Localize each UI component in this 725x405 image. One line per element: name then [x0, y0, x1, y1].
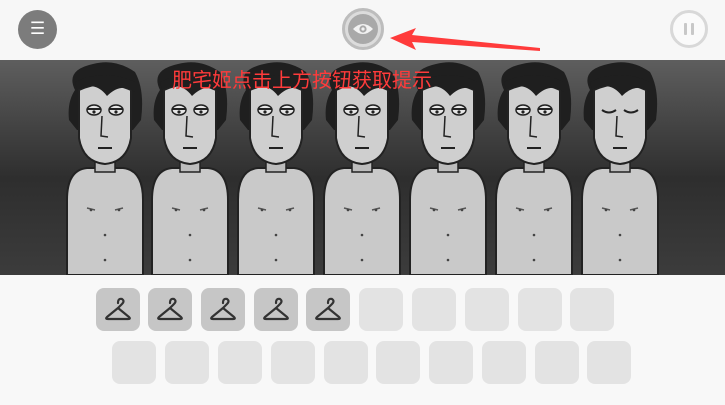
slot-empty[interactable]	[359, 288, 403, 331]
character[interactable]	[323, 62, 401, 275]
hint-caption: 肥宅姬点击上方按钮获取提示	[172, 68, 432, 92]
slot-filled[interactable]	[254, 288, 298, 331]
hanger-icon	[315, 297, 341, 320]
hint-button[interactable]	[342, 8, 384, 50]
slot-empty[interactable]	[518, 288, 562, 331]
red-arrow-annotation	[390, 28, 540, 51]
slot-empty[interactable]	[271, 341, 315, 384]
menu-button[interactable]: ☰	[18, 10, 57, 49]
character[interactable]	[237, 62, 315, 275]
hanger-icon	[263, 297, 289, 320]
menu-icon: ☰	[29, 19, 46, 39]
slot-empty[interactable]	[465, 288, 509, 331]
slot-empty[interactable]	[112, 341, 156, 384]
character[interactable]	[495, 62, 573, 275]
slot-empty[interactable]	[324, 341, 368, 384]
slot-empty[interactable]	[218, 341, 262, 384]
slot-empty[interactable]	[570, 288, 614, 331]
sound-slot-tray	[0, 275, 725, 405]
game-screen: ☰ 肥宅姬点击上方按钮获取提示	[0, 0, 725, 405]
character[interactable]	[151, 62, 229, 275]
slot-empty[interactable]	[429, 341, 473, 384]
eye-icon	[353, 24, 373, 34]
slot-filled[interactable]	[201, 288, 245, 331]
hanger-icon	[105, 297, 131, 320]
character[interactable]	[581, 62, 659, 275]
character[interactable]	[409, 62, 487, 275]
pause-button[interactable]	[670, 10, 708, 48]
hanger-icon	[157, 297, 183, 320]
character[interactable]	[66, 62, 144, 275]
slot-filled[interactable]	[306, 288, 350, 331]
slot-empty[interactable]	[482, 341, 526, 384]
pause-icon	[684, 23, 694, 35]
hanger-icon	[210, 297, 236, 320]
slot-empty[interactable]	[376, 341, 420, 384]
slot-filled[interactable]	[96, 288, 140, 331]
slot-filled[interactable]	[148, 288, 192, 331]
slot-empty[interactable]	[412, 288, 456, 331]
slot-empty[interactable]	[587, 341, 631, 384]
slot-empty[interactable]	[165, 341, 209, 384]
slot-empty[interactable]	[535, 341, 579, 384]
hint-button-face	[348, 14, 378, 44]
